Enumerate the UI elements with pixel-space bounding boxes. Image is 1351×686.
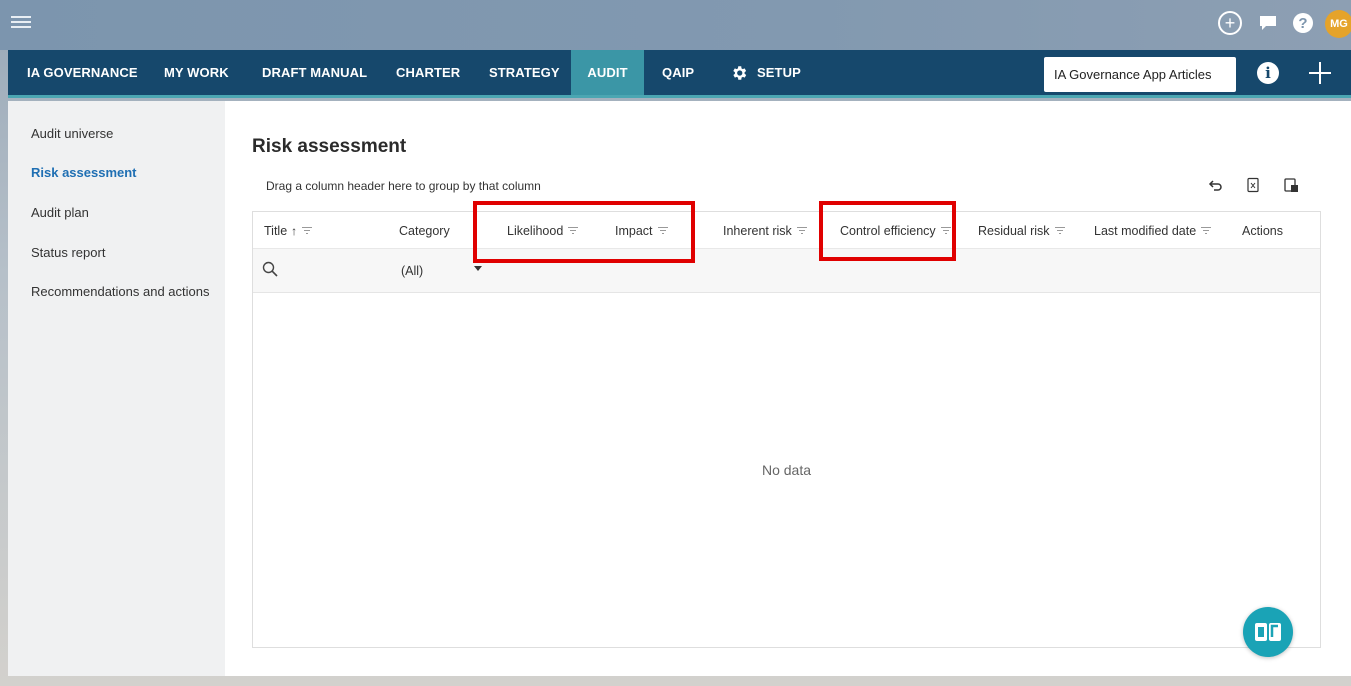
column-residual-risk-label: Residual risk bbox=[978, 224, 1050, 238]
articles-book-button[interactable] bbox=[1243, 607, 1293, 657]
risk-assessment-grid: Title ↑ Category Likelihood Impact Inher… bbox=[252, 211, 1321, 648]
nav-my-work[interactable]: MY WORK bbox=[152, 50, 241, 95]
nav-draft-manual[interactable]: DRAFT MANUAL bbox=[250, 50, 379, 95]
sort-ascending-icon: ↑ bbox=[291, 224, 298, 238]
nav-audit[interactable]: AUDIT bbox=[571, 50, 644, 95]
column-last-modified-label: Last modified date bbox=[1094, 224, 1197, 238]
help-icon[interactable]: ? bbox=[1293, 13, 1313, 33]
nav-ia-governance[interactable]: IA GOVERNANCE bbox=[8, 50, 150, 95]
filter-icon[interactable] bbox=[302, 227, 313, 235]
avatar[interactable]: MG bbox=[1325, 10, 1351, 38]
grid-filter-row: (All) bbox=[253, 249, 1320, 293]
column-residual-risk[interactable]: Residual risk bbox=[978, 224, 1065, 238]
page-title: Risk assessment bbox=[252, 136, 407, 157]
sidebar-item-status-report[interactable]: Status report bbox=[31, 245, 105, 260]
column-title-label: Title bbox=[264, 224, 288, 238]
category-filter-select[interactable]: (All) bbox=[401, 264, 423, 278]
column-actions: Actions bbox=[1242, 224, 1283, 238]
main-content: Risk assessment Drag a column header her… bbox=[225, 101, 1351, 676]
group-by-hint[interactable]: Drag a column header here to group by th… bbox=[266, 179, 541, 193]
column-title[interactable]: Title ↑ bbox=[264, 224, 313, 238]
sidebar-item-audit-plan[interactable]: Audit plan bbox=[31, 205, 89, 220]
undo-icon[interactable] bbox=[1208, 177, 1224, 193]
column-last-modified-date[interactable]: Last modified date bbox=[1094, 224, 1212, 238]
chat-icon[interactable] bbox=[1256, 11, 1280, 35]
filter-icon[interactable] bbox=[796, 227, 807, 235]
sidebar-item-recommendations[interactable]: Recommendations and actions bbox=[31, 284, 210, 299]
column-category[interactable]: Category bbox=[399, 224, 450, 238]
sidebar-item-audit-universe[interactable]: Audit universe bbox=[31, 126, 113, 141]
nav-setup-label: SETUP bbox=[757, 65, 801, 80]
app-articles-field[interactable]: IA Governance App Articles bbox=[1044, 57, 1236, 92]
add-icon[interactable] bbox=[1309, 62, 1331, 84]
grid-header-row: Title ↑ Category Likelihood Impact Inher… bbox=[253, 212, 1320, 249]
gear-icon bbox=[733, 65, 747, 80]
nav-charter[interactable]: CHARTER bbox=[384, 50, 472, 95]
hamburger-menu-icon[interactable] bbox=[11, 16, 31, 30]
sidebar-item-risk-assessment[interactable]: Risk assessment bbox=[31, 165, 137, 180]
nav-strategy[interactable]: STRATEGY bbox=[477, 50, 572, 95]
nav-qaip[interactable]: QAIP bbox=[650, 50, 706, 95]
filter-icon[interactable] bbox=[1201, 227, 1212, 235]
empty-state-message: No data bbox=[761, 462, 812, 478]
highlight-control-efficiency bbox=[819, 201, 956, 261]
info-icon[interactable]: i bbox=[1257, 62, 1279, 84]
filter-icon[interactable] bbox=[1054, 227, 1065, 235]
highlight-likelihood-impact bbox=[473, 201, 695, 263]
main-navbar: IA GOVERNANCE MY WORK DRAFT MANUAL CHART… bbox=[8, 50, 1351, 98]
add-circle-icon[interactable]: + bbox=[1218, 11, 1242, 35]
excel-export-icon[interactable] bbox=[1246, 177, 1262, 193]
top-bar: + ? MG bbox=[0, 0, 1351, 50]
search-icon[interactable] bbox=[262, 261, 278, 277]
column-chooser-icon[interactable] bbox=[1283, 177, 1299, 193]
column-inherent-risk-label: Inherent risk bbox=[723, 224, 792, 238]
nav-setup[interactable]: SETUP bbox=[718, 50, 813, 95]
book-icon bbox=[1255, 623, 1281, 641]
column-inherent-risk[interactable]: Inherent risk bbox=[723, 224, 807, 238]
sidebar: Audit universe Risk assessment Audit pla… bbox=[8, 101, 225, 676]
chevron-down-icon[interactable] bbox=[474, 266, 482, 271]
